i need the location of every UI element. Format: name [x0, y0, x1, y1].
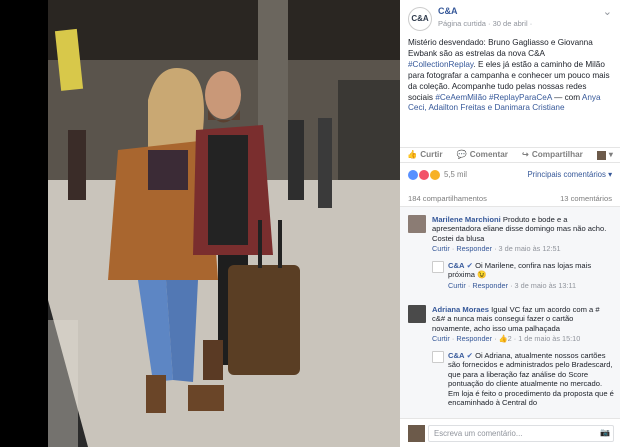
- comment-icon: 💬: [456, 149, 467, 159]
- comment-time[interactable]: 1 de maio às 15:10: [518, 334, 580, 343]
- avatar[interactable]: [432, 261, 444, 273]
- post-text-part-1: Mistério desvendado: Bruno Gagliasso e G…: [408, 38, 593, 58]
- post-actions-bar: 👍 Curtir 💬 Comentar ↪ Compartilhar ▾: [400, 147, 620, 163]
- comment-text: Oi Adriana, atualmente nossos cartões sã…: [448, 351, 614, 408]
- thumbs-up-icon: 👍: [407, 149, 418, 159]
- comments-sort[interactable]: Principais comentários ▾: [527, 170, 612, 180]
- facebook-photo-viewer: C&A C&A Página curtida · 30 de abril · ⌄…: [0, 0, 620, 447]
- post-header: C&A C&A Página curtida · 30 de abril · ⌄: [400, 0, 620, 34]
- share-label: Compartilhar: [531, 149, 583, 159]
- hashtag-collection-replay[interactable]: #CollectionReplay: [408, 60, 473, 69]
- comment-author[interactable]: C&A: [448, 261, 464, 270]
- love-reaction-icon: [419, 170, 429, 180]
- comment-actions: Curtir · Responder · 3 de maio às 12:51: [432, 244, 561, 254]
- comment-item: Marilene Marchioni Produto e bode e a ap…: [408, 215, 614, 259]
- reactions-count[interactable]: 5,5 mil: [444, 170, 467, 180]
- comment-time[interactable]: 3 de maio às 12:51: [499, 244, 561, 253]
- verified-icon: ✔: [466, 351, 473, 360]
- comment-reply-link[interactable]: Responder: [472, 281, 508, 290]
- comment-author[interactable]: Marilene Marchioni: [432, 215, 501, 224]
- avatar[interactable]: [432, 351, 444, 363]
- reactions-row[interactable]: 5,5 mil Principais comentários ▾: [408, 170, 612, 180]
- like-button[interactable]: 👍 Curtir: [407, 150, 443, 160]
- post-text-part-3: — com: [551, 92, 582, 102]
- comment-like-link[interactable]: Curtir: [448, 281, 466, 290]
- profile-selector[interactable]: ▾: [596, 150, 613, 160]
- page-name[interactable]: C&A: [438, 6, 614, 17]
- comment-button[interactable]: 💬 Comentar: [457, 150, 508, 160]
- chevron-down-icon[interactable]: ⌄: [603, 6, 612, 20]
- reply-item: C&A ✔ Oi Marilene, confira nas lojas mai…: [432, 261, 614, 295]
- hashtag-replayparacea[interactable]: #ReplayParaCeA: [489, 93, 552, 102]
- reply-item: C&A ✔ Oi Adriana, atualmente nossos cart…: [432, 351, 614, 418]
- shares-count[interactable]: 184 compartilhamentos: [408, 194, 487, 203]
- camera-icon[interactable]: 📷: [600, 428, 610, 438]
- comment-time[interactable]: 3 de maio às 13:11: [515, 281, 577, 290]
- comment-actions: Curtir · Responder · 👍2 · 1 de maio às 1…: [432, 334, 581, 344]
- share-icon: ↪: [522, 149, 529, 159]
- comments-list: Marilene Marchioni Produto e bode e a ap…: [400, 206, 620, 418]
- post-meta: Página curtida · 30 de abril ·: [438, 19, 533, 29]
- thumbs-up-icon: 👍: [498, 334, 508, 344]
- avatar[interactable]: [408, 215, 426, 233]
- comment-reply-link[interactable]: Responder: [456, 244, 492, 253]
- comment-like-link[interactable]: Curtir: [432, 244, 450, 253]
- comment-actions: Curtir · Responder · 3 de maio às 13:11: [448, 280, 577, 290]
- comments-count[interactable]: 13 comentários: [560, 194, 612, 203]
- post-text: Mistério desvendado: Bruno Gagliasso e G…: [400, 34, 620, 114]
- share-button[interactable]: ↪ Compartilhar: [522, 150, 583, 160]
- avatar: [596, 150, 606, 160]
- avatar: [408, 425, 425, 442]
- avatar[interactable]: [408, 305, 426, 323]
- comment-reply-link[interactable]: Responder: [456, 334, 492, 343]
- comment-author[interactable]: C&A: [448, 351, 464, 360]
- comment-label: Comentar: [469, 149, 508, 159]
- verified-icon: ✔: [466, 261, 473, 270]
- comment-like-link[interactable]: Curtir: [432, 334, 450, 343]
- like-reaction-icon: [408, 170, 418, 180]
- comment-like-count[interactable]: 2: [508, 334, 512, 343]
- comment-author[interactable]: Adriana Moraes: [432, 305, 489, 314]
- page-logo[interactable]: C&A: [408, 7, 432, 31]
- comment-input[interactable]: Escreva um comentário...: [428, 425, 614, 442]
- hashtag-ceaemmilao[interactable]: #CeAemMilão: [435, 93, 486, 102]
- comment-composer: Escreva um comentário... 📷: [400, 418, 620, 447]
- like-label: Curtir: [420, 149, 443, 159]
- post-stats: 184 compartilhamentos 13 comentários: [408, 194, 612, 203]
- wow-reaction-icon: [430, 170, 440, 180]
- comment-item: Adriana Moraes Igual VC faz um acordo co…: [408, 305, 614, 349]
- post-photo: [48, 0, 400, 447]
- post-side-panel: C&A C&A Página curtida · 30 de abril · ⌄…: [400, 0, 620, 447]
